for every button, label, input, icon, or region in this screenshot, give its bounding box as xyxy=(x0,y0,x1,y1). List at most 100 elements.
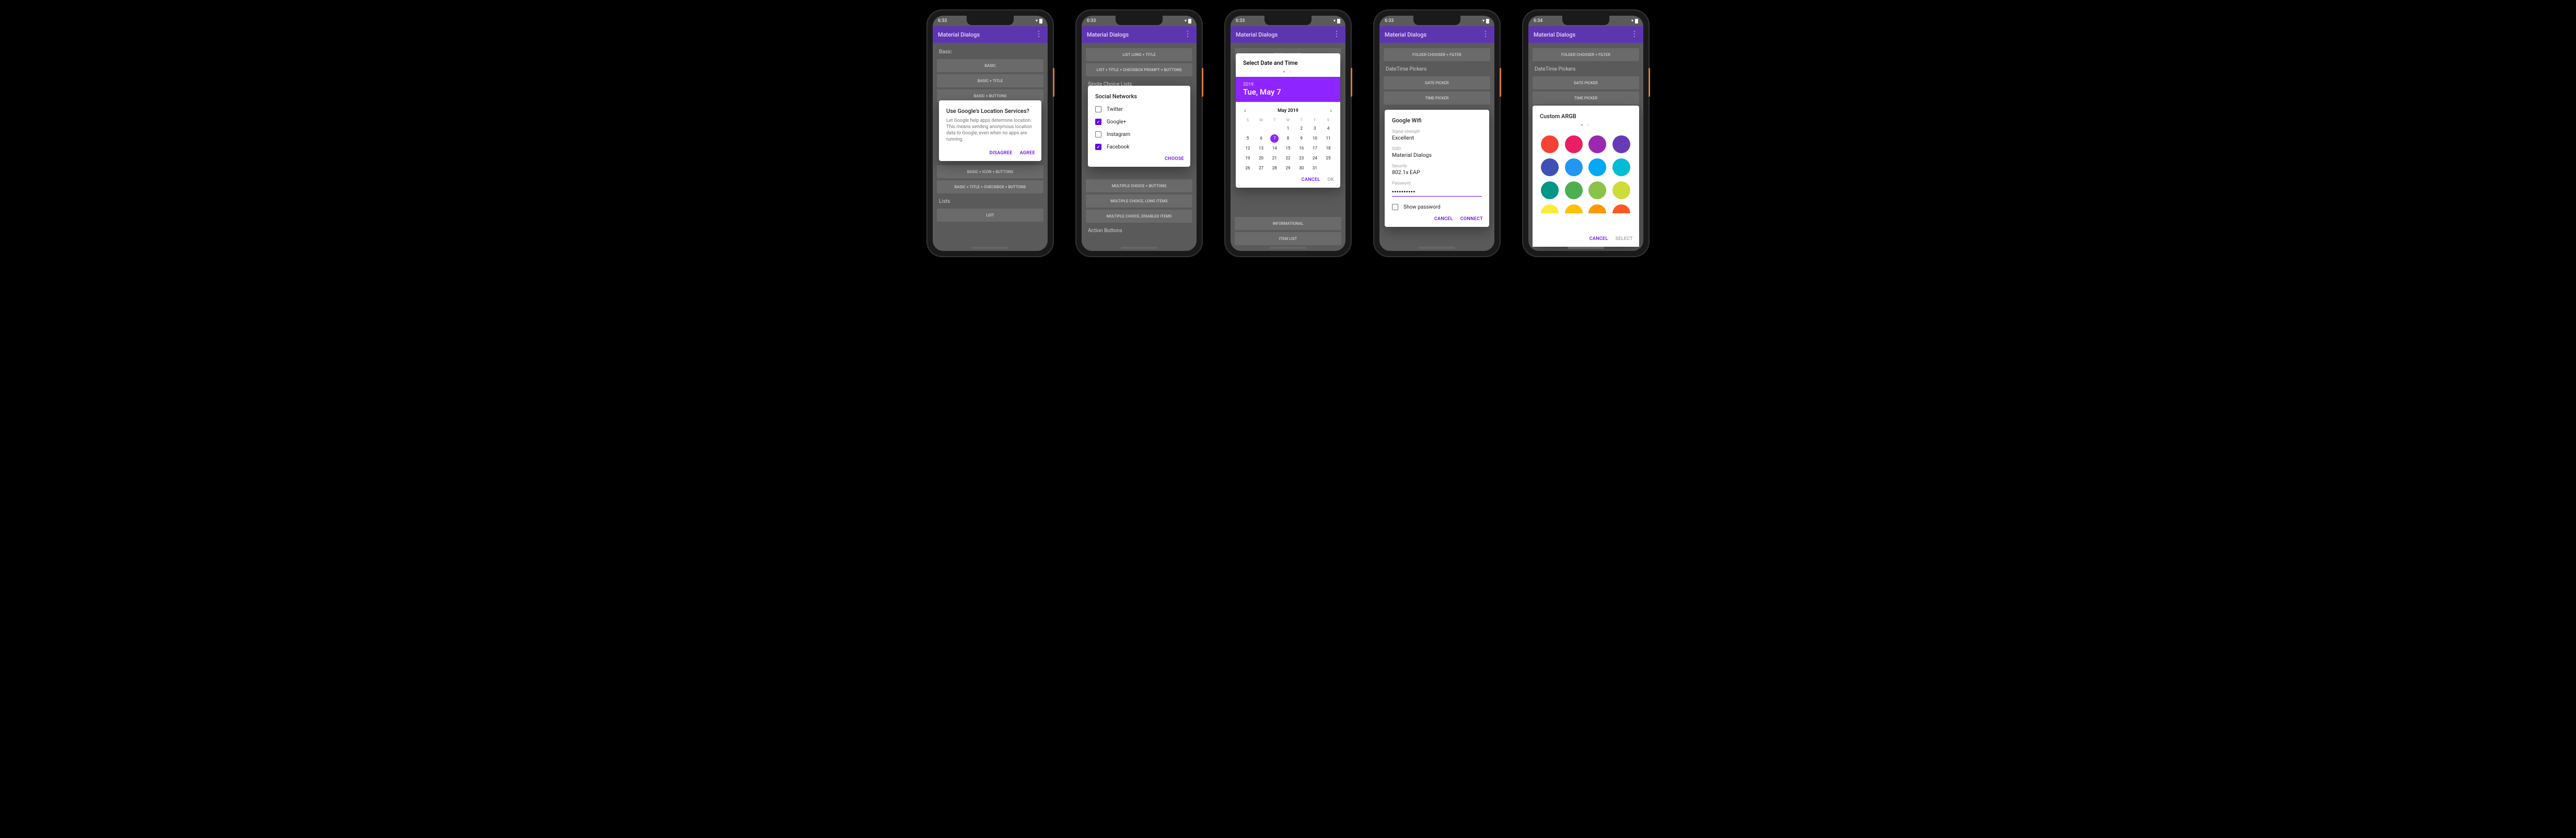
color-swatch[interactable] xyxy=(1541,135,1559,153)
overflow-menu-icon[interactable]: ⋮ xyxy=(1631,33,1638,36)
disagree-button[interactable]: DISAGREE xyxy=(989,151,1012,156)
color-swatch[interactable] xyxy=(1565,204,1583,213)
calendar-day[interactable]: 16 xyxy=(1295,144,1308,152)
color-swatch[interactable] xyxy=(1565,181,1583,199)
bg-btn-time-picker[interactable]: TIME PICKER xyxy=(1533,91,1639,105)
checkbox[interactable] xyxy=(1095,144,1101,150)
color-swatch[interactable] xyxy=(1612,204,1630,213)
show-password-checkbox[interactable] xyxy=(1392,204,1398,210)
calendar-day[interactable]: 28 xyxy=(1268,164,1281,172)
bg-btn-folder-filter[interactable]: FOLDER CHOOSER + FILTER xyxy=(1533,48,1639,61)
calendar-day[interactable]: 5 xyxy=(1241,134,1255,142)
prev-month-button[interactable]: ‹ xyxy=(1244,107,1246,114)
calendar-day[interactable]: 17 xyxy=(1308,144,1322,152)
checkbox-row[interactable]: Twitter xyxy=(1088,103,1190,116)
checkbox-row[interactable]: Instagram xyxy=(1088,128,1190,141)
calendar-day[interactable]: 4 xyxy=(1321,124,1335,132)
calendar-day[interactable]: 10 xyxy=(1308,134,1322,142)
overflow-menu-icon[interactable]: ⋮ xyxy=(1184,33,1191,36)
color-swatch[interactable] xyxy=(1541,181,1559,199)
calendar-day[interactable]: 22 xyxy=(1281,154,1295,162)
color-swatch[interactable] xyxy=(1588,135,1606,153)
calendar-day[interactable]: 21 xyxy=(1268,154,1281,162)
section-basic: Basic xyxy=(937,46,1043,57)
calendar-day[interactable]: 19 xyxy=(1241,154,1255,162)
year-label[interactable]: 2019 xyxy=(1243,82,1333,87)
connect-button[interactable]: CONNECT xyxy=(1460,216,1483,222)
bg-btn-multi-disabled[interactable]: MULTIPLE CHOICE, DISABLED ITEMS xyxy=(1086,210,1192,223)
bg-btn-informational[interactable]: INFORMATIONAL xyxy=(1235,217,1341,230)
calendar-day[interactable]: 2 xyxy=(1295,124,1308,132)
calendar-day[interactable]: 3 xyxy=(1308,124,1322,132)
password-input[interactable] xyxy=(1392,188,1482,197)
calendar-day[interactable]: 26 xyxy=(1241,164,1255,172)
calendar-day[interactable]: 24 xyxy=(1308,154,1322,162)
calendar-day[interactable]: 18 xyxy=(1321,144,1335,152)
cancel-button[interactable]: CANCEL xyxy=(1302,177,1320,182)
color-swatch[interactable] xyxy=(1588,204,1606,213)
bg-btn-checkbox-prompt[interactable]: LIST + TITLE + CHECKBOX PROMPT + BUTTONS xyxy=(1086,63,1192,76)
bg-btn-date-picker[interactable]: DATE PICKER xyxy=(1384,76,1490,89)
cancel-button[interactable]: CANCEL xyxy=(1434,216,1453,222)
choose-button[interactable]: CHOOSE xyxy=(1165,156,1184,162)
next-month-button[interactable]: › xyxy=(1330,107,1332,114)
dialog-title: Google Wifi xyxy=(1385,110,1489,127)
calendar-day[interactable]: 20 xyxy=(1255,154,1268,162)
color-swatch[interactable] xyxy=(1588,181,1606,199)
agree-button[interactable]: AGREE xyxy=(1020,151,1035,156)
bg-btn-multi-long[interactable]: MULTIPLE CHOICE, LONG ITEMS xyxy=(1086,194,1192,208)
calendar-day[interactable]: 30 xyxy=(1295,164,1308,172)
color-swatch[interactable] xyxy=(1612,158,1630,176)
bg-btn-longtitle[interactable]: LIST LONG + TITLE xyxy=(1086,48,1192,61)
calendar-day[interactable]: 23 xyxy=(1295,154,1308,162)
calendar-day[interactable]: 13 xyxy=(1255,144,1268,152)
bg-btn-basic-title[interactable]: BASIC + TITLE xyxy=(937,74,1043,87)
dialog-title: Select Date and Time xyxy=(1236,53,1340,70)
calendar-day[interactable]: 25 xyxy=(1321,154,1335,162)
overflow-menu-icon[interactable]: ⋮ xyxy=(1482,33,1489,36)
checkbox[interactable] xyxy=(1095,131,1101,137)
calendar-day[interactable]: 9 xyxy=(1295,134,1308,142)
bg-btn-basic-icon[interactable]: BASIC + ICON + BUTTONS xyxy=(937,165,1043,178)
bg-btn-folder-filter[interactable]: FOLDER CHOOSER + FILTER xyxy=(1384,48,1490,61)
calendar-day[interactable]: 27 xyxy=(1255,164,1268,172)
password-label: Password xyxy=(1392,181,1482,186)
calendar-day[interactable]: 11 xyxy=(1321,134,1335,142)
calendar-day[interactable]: 29 xyxy=(1281,164,1295,172)
color-swatch[interactable] xyxy=(1565,158,1583,176)
bg-btn-time-picker[interactable]: TIME PICKER xyxy=(1384,91,1490,105)
calendar-day[interactable]: 31 xyxy=(1308,164,1322,172)
app-bar: Material Dialogs ⋮ xyxy=(1231,26,1345,43)
bg-btn-item-list[interactable]: ITEM LIST xyxy=(1235,232,1341,245)
calendar-day[interactable]: 14 xyxy=(1268,144,1281,152)
calendar-day[interactable]: 7 xyxy=(1268,134,1281,142)
calendar-day[interactable]: 6 xyxy=(1255,134,1268,142)
color-swatch[interactable] xyxy=(1612,135,1630,153)
color-swatch[interactable] xyxy=(1541,204,1559,213)
calendar-day[interactable]: 12 xyxy=(1241,144,1255,152)
bg-btn-date-picker[interactable]: DATE PICKER xyxy=(1533,76,1639,89)
date-label[interactable]: Tue, May 7 xyxy=(1243,87,1333,97)
color-swatch[interactable] xyxy=(1565,135,1583,153)
calendar-day[interactable]: 8 xyxy=(1281,134,1295,142)
bg-btn-basic-checkbox[interactable]: BASIC + TITLE + CHECKBOX + BUTTONS xyxy=(937,180,1043,193)
overflow-menu-icon[interactable]: ⋮ xyxy=(1333,33,1340,36)
bg-btn-basic[interactable]: BASIC xyxy=(937,59,1043,72)
calendar-day[interactable]: 1 xyxy=(1281,124,1295,132)
overflow-menu-icon[interactable]: ⋮ xyxy=(1035,33,1042,36)
select-button[interactable]: SELECT xyxy=(1615,236,1633,242)
checkbox-row[interactable]: Facebook xyxy=(1088,141,1190,153)
color-swatch[interactable] xyxy=(1612,181,1630,199)
checkbox[interactable] xyxy=(1095,106,1101,112)
weekday-label: M xyxy=(1255,118,1268,122)
signal-label: Signal strength xyxy=(1392,129,1482,134)
cancel-button[interactable]: CANCEL xyxy=(1589,236,1608,242)
bg-btn-multi-buttons[interactable]: MULTIPLE CHOICE + BUTTONS xyxy=(1086,179,1192,192)
checkbox-row[interactable]: Google+ xyxy=(1088,116,1190,128)
ok-button[interactable]: OK xyxy=(1328,177,1335,182)
calendar-day[interactable]: 15 xyxy=(1281,144,1295,152)
color-swatch[interactable] xyxy=(1588,158,1606,176)
checkbox[interactable] xyxy=(1095,119,1101,125)
bg-btn-list[interactable]: LIST xyxy=(937,209,1043,222)
color-swatch[interactable] xyxy=(1541,158,1559,176)
